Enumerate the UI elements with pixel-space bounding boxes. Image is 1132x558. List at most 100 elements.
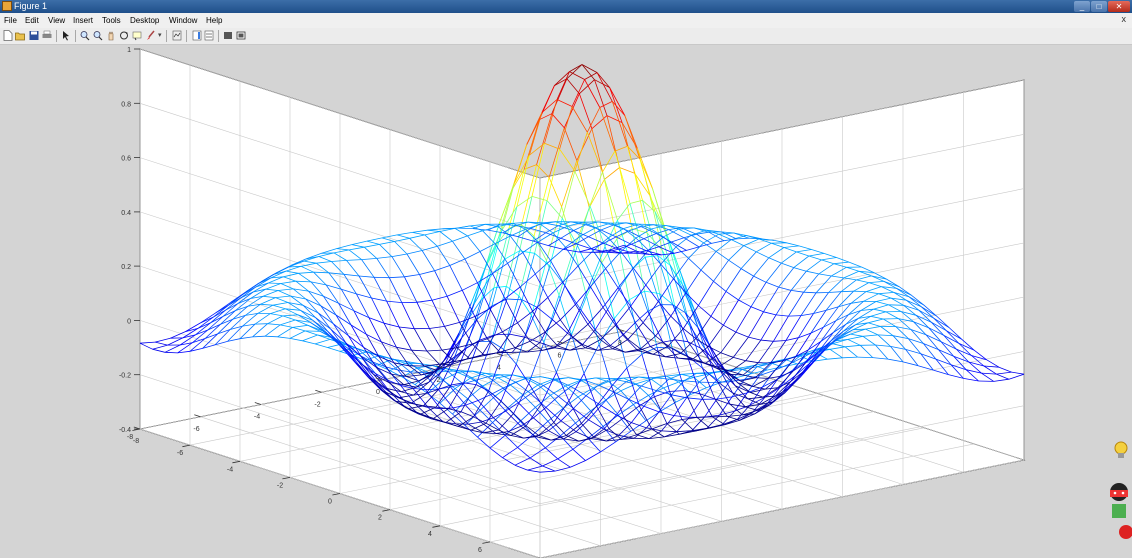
mesh-line bbox=[536, 164, 550, 178]
y-tick-label: 0 bbox=[328, 499, 332, 506]
x-tick-label: 6 bbox=[558, 352, 562, 359]
toolbar-separator bbox=[166, 30, 167, 42]
maximize-button[interactable]: □ bbox=[1091, 1, 1107, 12]
menu-view[interactable]: View bbox=[48, 15, 65, 26]
mesh-line bbox=[857, 356, 873, 358]
mesh-line bbox=[305, 330, 321, 332]
data-cursor-icon[interactable] bbox=[132, 30, 142, 41]
x-tick-label: -4 bbox=[254, 414, 260, 421]
mesh-line bbox=[566, 78, 580, 94]
y-tick-mark bbox=[282, 477, 291, 480]
link-plot-icon[interactable] bbox=[172, 30, 182, 41]
z-tick-label: -0.4 bbox=[119, 427, 131, 434]
mesh-line bbox=[529, 112, 543, 156]
x-tick-label: -6 bbox=[193, 426, 199, 433]
y-tick-label: -6 bbox=[177, 450, 183, 457]
close-button[interactable]: ✕ bbox=[1108, 1, 1130, 12]
brush-icon[interactable] bbox=[146, 30, 156, 41]
mesh-line bbox=[556, 71, 570, 100]
menu-file[interactable]: File bbox=[4, 15, 17, 26]
y-tick-mark bbox=[482, 541, 491, 544]
window-controls: _ □ ✕ bbox=[1074, 1, 1130, 12]
x-tick-label: -8 bbox=[133, 438, 139, 445]
zoom-in-icon[interactable] bbox=[80, 30, 90, 41]
insert-legend-icon[interactable] bbox=[204, 30, 214, 41]
print-icon[interactable] bbox=[42, 30, 52, 41]
mesh-line bbox=[624, 115, 641, 160]
mesh-line bbox=[841, 290, 854, 293]
mesh-line bbox=[581, 64, 598, 73]
mesh-line bbox=[457, 227, 473, 229]
toolbar-separator bbox=[75, 30, 76, 42]
menu-edit[interactable]: Edit bbox=[25, 15, 39, 26]
open-file-icon[interactable] bbox=[15, 30, 25, 41]
mesh-line bbox=[556, 99, 573, 107]
mesh-line bbox=[586, 132, 603, 173]
mesh-line bbox=[611, 101, 628, 147]
z-tick-label: 0.6 bbox=[121, 156, 131, 163]
mesh-line bbox=[569, 71, 585, 80]
z-tick-label: 0.8 bbox=[121, 101, 131, 108]
mesh-plot-axes[interactable]: -0.4 -0.2 0 0.2 0.4 0.6 0.8 1 -8 -6 -4 -2 0 2 4 6 8 -8 -6 -… bbox=[0, 44, 1132, 558]
mesh-line bbox=[599, 101, 613, 108]
mesh-line bbox=[541, 85, 555, 113]
menu-tools[interactable]: Tools bbox=[102, 15, 121, 26]
menu-close-icon[interactable]: x bbox=[1122, 14, 1127, 24]
new-figure-icon[interactable] bbox=[3, 30, 13, 41]
y-tick-label: -8 bbox=[127, 434, 133, 441]
mesh-line bbox=[563, 127, 578, 161]
y-tick-label: -4 bbox=[227, 466, 233, 473]
x-tick-label: 0 bbox=[376, 389, 380, 396]
y-tick-label: 4 bbox=[428, 531, 432, 538]
menu-desktop[interactable]: Desktop bbox=[130, 15, 159, 26]
hide-plot-tools-icon[interactable] bbox=[223, 30, 233, 41]
edit-plot-icon[interactable] bbox=[61, 30, 71, 41]
menu-insert[interactable]: Insert bbox=[73, 15, 93, 26]
y-tick-mark bbox=[182, 444, 191, 448]
y-tick-mark bbox=[382, 509, 391, 512]
z-tick-label: 0.2 bbox=[121, 264, 131, 271]
menu-bar: File Edit View Insert Tools Desktop Wind… bbox=[0, 13, 1132, 28]
x-tick-label: 4 bbox=[497, 365, 501, 372]
show-plot-tools-icon[interactable] bbox=[236, 30, 246, 41]
mesh-line bbox=[559, 148, 576, 172]
mesh-line bbox=[584, 79, 601, 108]
minimize-button[interactable]: _ bbox=[1074, 1, 1090, 12]
y-tick-mark bbox=[232, 460, 241, 464]
x-tick-label: -2 bbox=[314, 401, 320, 408]
y-tick-label: 6 bbox=[478, 547, 482, 554]
x-tick-label: 8 bbox=[618, 340, 622, 347]
insert-colorbar-icon[interactable] bbox=[192, 30, 202, 41]
z-tick-label: 1 bbox=[127, 47, 131, 54]
assistant-mascot-icon[interactable] bbox=[1106, 480, 1132, 540]
z-tick-label: 0.4 bbox=[121, 210, 131, 217]
save-icon[interactable] bbox=[29, 30, 39, 41]
mesh-line bbox=[544, 99, 558, 144]
toolbar-separator bbox=[56, 30, 57, 42]
mesh-line bbox=[614, 145, 628, 152]
lightbulb-icon[interactable] bbox=[1112, 440, 1130, 462]
z-tick-label: -0.2 bbox=[119, 373, 131, 380]
title-bar: Figure 1 _ □ ✕ bbox=[0, 0, 1132, 13]
window-title: Figure 1 bbox=[14, 1, 48, 11]
mesh-line bbox=[268, 282, 281, 284]
mesh-line bbox=[551, 113, 565, 129]
mesh-line bbox=[544, 142, 560, 150]
menu-window[interactable]: Window bbox=[169, 15, 197, 26]
y-tick-mark bbox=[432, 525, 441, 528]
brush-dropdown-icon[interactable]: ▾ bbox=[158, 31, 162, 39]
toolbar-separator bbox=[186, 30, 187, 42]
toolbar-separator bbox=[218, 30, 219, 42]
y-tick-label: 2 bbox=[378, 515, 382, 522]
menu-help[interactable]: Help bbox=[206, 15, 222, 26]
x-tick-label: 2 bbox=[437, 377, 441, 384]
y-tick-mark bbox=[332, 493, 341, 496]
z-tick-label: 0 bbox=[127, 318, 131, 325]
rotate-3d-icon[interactable] bbox=[119, 30, 129, 41]
mesh-line bbox=[599, 107, 616, 152]
pan-icon[interactable] bbox=[106, 30, 116, 41]
mesh-line bbox=[888, 304, 904, 306]
figure-toolbar: ▾ bbox=[0, 28, 1132, 45]
mesh-line bbox=[596, 72, 613, 102]
zoom-out-icon[interactable] bbox=[93, 30, 103, 41]
